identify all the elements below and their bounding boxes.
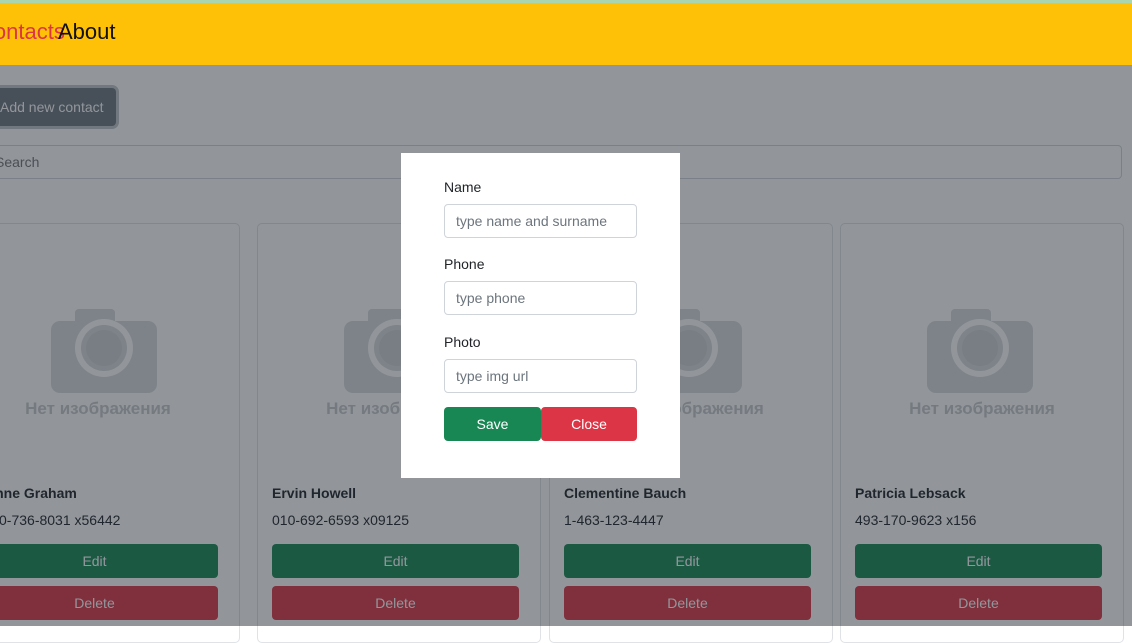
- phone-label: Phone: [444, 256, 485, 272]
- name-input[interactable]: [444, 204, 637, 238]
- nav-link-about[interactable]: About: [58, 19, 116, 45]
- add-contact-modal: Name Phone Photo Save Close: [401, 153, 680, 478]
- phone-input[interactable]: [444, 281, 637, 315]
- navbar: Contacts About: [0, 3, 1132, 65]
- photo-url-input[interactable]: [444, 359, 637, 393]
- close-button[interactable]: Close: [541, 407, 637, 441]
- photo-label: Photo: [444, 334, 481, 350]
- name-label: Name: [444, 179, 482, 195]
- nav-link-contacts[interactable]: Contacts: [0, 19, 65, 45]
- save-button[interactable]: Save: [444, 407, 541, 441]
